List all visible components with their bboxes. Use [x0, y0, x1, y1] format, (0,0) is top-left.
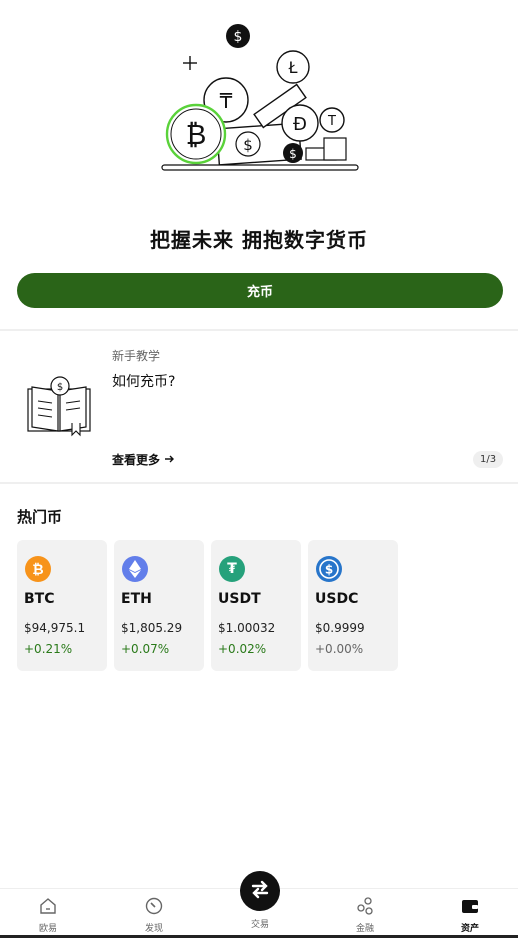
nav-label: 资产 — [460, 924, 479, 934]
svg-text:$: $ — [325, 563, 333, 577]
svg-text:$: $ — [289, 147, 297, 161]
svg-text:T: T — [327, 114, 336, 129]
nav-item-assets[interactable]: 资产 — [440, 897, 500, 934]
page-indicator: 1/3 — [473, 451, 504, 468]
book-coin-icon: $ — [26, 375, 92, 441]
bitcoin-icon: ₿ — [25, 556, 51, 582]
svg-text:$: $ — [234, 29, 243, 45]
usdc-icon: $ — [316, 556, 342, 582]
wallet-icon — [461, 897, 479, 919]
hot-coins-title: 热门币 — [17, 508, 63, 526]
coin-change: +0.21% — [24, 642, 73, 656]
finance-icon — [356, 897, 374, 919]
coin-card-eth[interactable]: ETH $1,805.29 +0.07% — [114, 540, 204, 671]
coin-price: $94,975.1 — [24, 621, 86, 635]
tether-icon: ₮ — [219, 556, 245, 582]
trade-label: 交易 — [250, 920, 269, 930]
coin-price: $0.9999 — [315, 621, 365, 635]
trade-swap-icon — [249, 878, 271, 904]
svg-text:Ł: Ł — [288, 58, 298, 77]
coin-symbol: BTC — [24, 591, 55, 607]
svg-text:₿: ₿ — [186, 118, 207, 151]
view-more-label: 查看更多 — [112, 453, 161, 467]
svg-text:$: $ — [57, 382, 63, 393]
coin-symbol: USDT — [218, 591, 261, 607]
tutorial-title: 如何充币? — [112, 374, 176, 390]
coin-price: $1.00032 — [218, 621, 276, 635]
trade-button[interactable] — [240, 871, 280, 911]
deposit-button[interactable]: 充币 — [17, 273, 503, 308]
view-more-link[interactable]: 查看更多 — [112, 451, 175, 468]
nav-label: 欧易 — [38, 924, 57, 934]
svg-text:₸: ₸ — [220, 89, 233, 113]
ethereum-icon — [122, 556, 148, 582]
home-icon — [39, 897, 57, 919]
hot-coins-list: ₿ BTC $94,975.1 +0.21% ETH $1,805.29 +0.… — [17, 540, 398, 671]
coin-card-usdt[interactable]: ₮ USDT $1.00032 +0.02% — [211, 540, 301, 671]
arrow-right-icon — [164, 453, 175, 467]
hero-illustration: $ Ł $ ₸ ₿ Đ T $ — [0, 0, 518, 210]
coins-illustration-icon: $ Ł $ ₸ ₿ Đ T $ — [161, 24, 359, 171]
svg-text:Đ: Đ — [293, 114, 307, 135]
tutorial-tag: 新手教学 — [112, 349, 161, 363]
discover-icon — [145, 897, 163, 919]
nav-label: 金融 — [355, 924, 374, 934]
coin-price: $1,805.29 — [121, 621, 183, 635]
nav-label: 发现 — [144, 924, 163, 934]
svg-text:$: $ — [243, 136, 253, 154]
tutorial-card[interactable]: $ 新手教学 如何充币? 查看更多 1/3 — [0, 331, 518, 482]
coin-symbol: USDC — [315, 591, 359, 607]
coin-change: +0.00% — [315, 642, 364, 656]
coin-change: +0.07% — [121, 642, 170, 656]
nav-item-home[interactable]: 欧易 — [18, 897, 78, 934]
coin-change: +0.02% — [218, 642, 267, 656]
page-headline: 把握未来 拥抱数字货币 — [150, 228, 368, 252]
nav-item-discover[interactable]: 发现 — [124, 897, 184, 934]
coin-card-btc[interactable]: ₿ BTC $94,975.1 +0.21% — [17, 540, 107, 671]
coin-card-usdc[interactable]: $ USDC $0.9999 +0.00% — [308, 540, 398, 671]
coin-symbol: ETH — [121, 591, 152, 607]
nav-item-finance[interactable]: 金融 — [335, 897, 395, 934]
divider — [0, 482, 518, 484]
